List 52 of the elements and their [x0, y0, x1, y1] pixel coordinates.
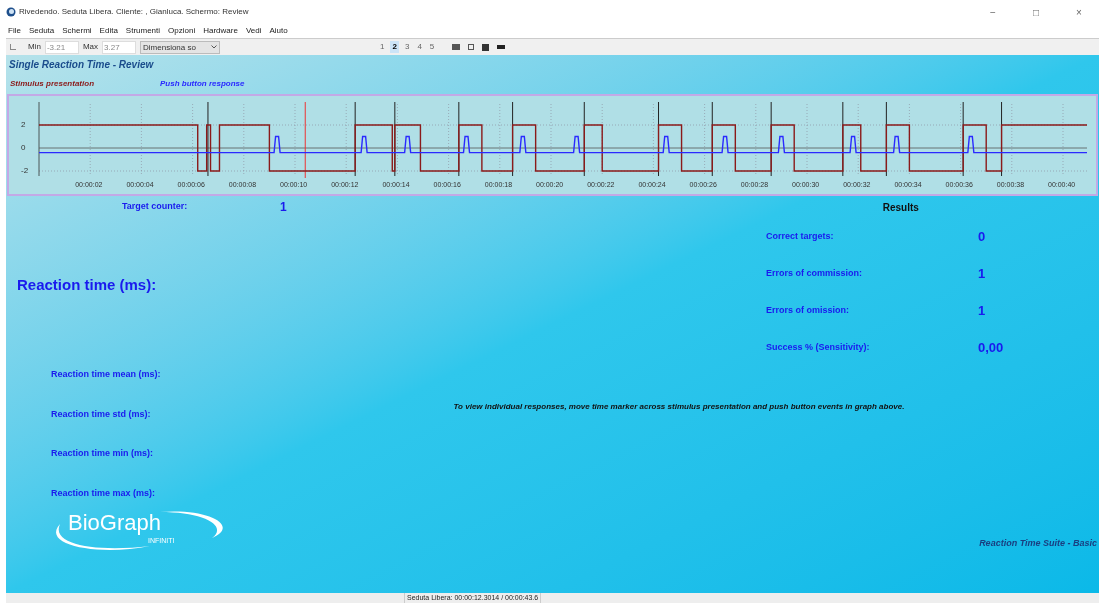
page-tab[interactable]: 4 [415, 41, 424, 53]
size-dropdown[interactable]: Dimensiona so [140, 40, 220, 54]
stat-label: Reaction time mean (ms): [51, 368, 161, 381]
window-control[interactable]: × [1059, 4, 1099, 20]
toolbar-tool-icon[interactable] [10, 44, 16, 50]
result-label: Errors of omission: [766, 303, 850, 317]
result-value: 0,00 [978, 338, 1004, 357]
menu-item[interactable]: Opzioni [168, 25, 196, 37]
menu-item[interactable]: Vedi [245, 25, 262, 37]
page-tab[interactable]: 3 [402, 41, 412, 53]
stat-label: Reaction time std (ms): [51, 407, 151, 421]
menu-item[interactable]: Hardware [203, 25, 238, 37]
menu-item[interactable]: Edita [99, 25, 118, 37]
max-label: Max [82, 41, 98, 53]
page-tab[interactable]: 1 [378, 41, 387, 53]
logo-text: BioGraph [68, 512, 161, 534]
y-tick-label: 0 [21, 144, 26, 152]
result-value: 1 [978, 301, 986, 320]
legend-label: Push button response [160, 78, 245, 90]
min-field[interactable]: -3.21 [44, 40, 79, 54]
reaction-time-heading: Reaction time (ms): [17, 274, 157, 295]
menu-item[interactable]: File [8, 25, 21, 37]
stat-label: Reaction time min (ms): [51, 447, 153, 460]
page-tab[interactable]: 5 [427, 41, 437, 53]
stat-label: Reaction time max (ms): [51, 486, 156, 500]
menu-item[interactable]: Schermi [62, 25, 92, 37]
result-value: 0 [978, 227, 986, 246]
result-label: Success % (Sensitivity): [766, 340, 871, 354]
suite-label: Reaction Time Suite - Basic [979, 536, 1097, 550]
window-control[interactable]: − [973, 4, 1013, 20]
target-counter-label: Target counter: [122, 200, 189, 214]
app-icon [6, 7, 16, 17]
menu-item[interactable]: Aiuto [269, 25, 288, 37]
result-label: Correct targets: [766, 229, 835, 243]
window-title: Rivedendo. Seduta Libera. Cliente: , Gianluca. Schermo: Review [19, 6, 249, 18]
window-control[interactable]: □ [1016, 4, 1056, 20]
results-title: Results [882, 200, 919, 215]
instruction-note: To view individual responses, move time marker across stimulus presentation and push button events in graph above. [452, 402, 906, 413]
menu-item[interactable]: Strumenti [125, 25, 161, 37]
tool-icon[interactable] [497, 45, 506, 49]
y-tick-label: -2 [21, 167, 29, 175]
result-label: Errors of commission: [766, 266, 864, 280]
menu-item[interactable]: Seduta [28, 25, 55, 37]
page-tab[interactable]: 2 [390, 41, 399, 53]
result-value: 1 [978, 264, 986, 283]
y-tick-label: 2 [21, 121, 26, 129]
target-counter-value: 1 [280, 199, 287, 216]
screen-title: Single Reaction Time - Review [8, 58, 155, 72]
chevron-icon [211, 45, 217, 49]
min-label: Min [28, 41, 41, 53]
legend-label: Stimulus presentation [10, 78, 94, 90]
max-field[interactable]: 3.27 [102, 40, 136, 54]
